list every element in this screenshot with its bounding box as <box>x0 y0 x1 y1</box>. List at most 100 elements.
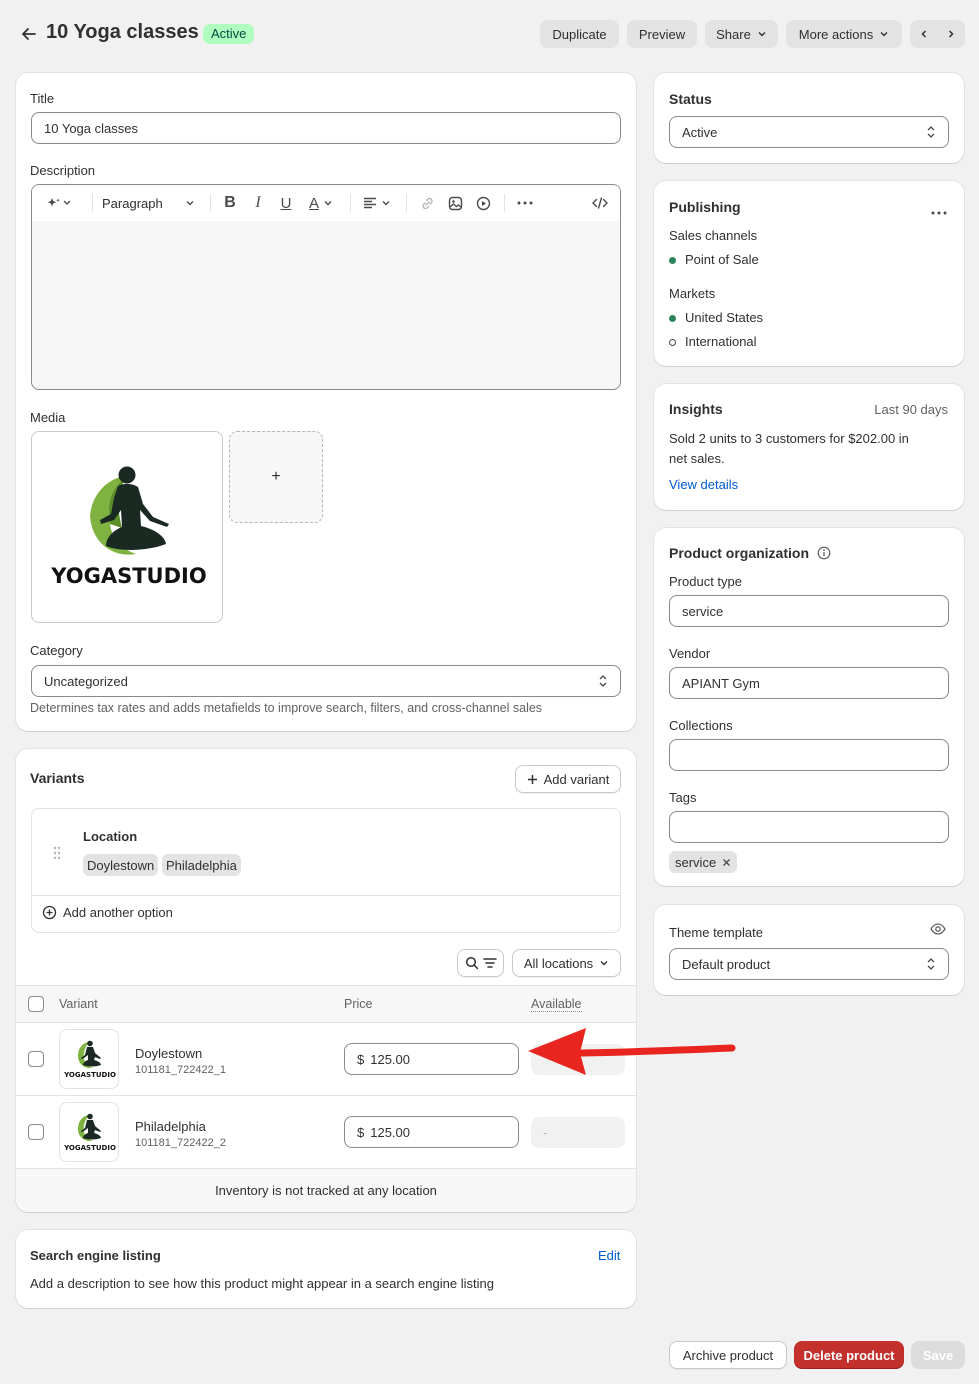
chevron-right-icon <box>948 30 954 38</box>
text-color-icon[interactable]: A <box>304 185 338 221</box>
circle-plus-icon <box>42 905 57 920</box>
price-input[interactable]: $ 125.00 <box>344 1043 519 1075</box>
select-all-checkbox[interactable] <box>28 996 44 1012</box>
add-media-button[interactable]: + <box>229 431 323 523</box>
inventory-note: Inventory is not tracked at any location <box>215 1183 437 1198</box>
variant-thumbnail[interactable]: YOGASTUDIO <box>59 1102 119 1162</box>
media-image[interactable]: YOGASTUDIO <box>31 431 223 623</box>
variant-name: Doylestown <box>135 1046 203 1061</box>
archive-product-label: Archive product <box>682 1347 774 1363</box>
more-actions-button[interactable]: More actions <box>786 20 902 48</box>
product-organization-card: Product organization Product type servic… <box>654 528 964 886</box>
variant-sku: 101181_722422_2 <box>135 1137 226 1149</box>
theme-template-card: Theme template Default product <box>654 905 964 995</box>
row-checkbox[interactable] <box>28 1124 44 1140</box>
option-value-chip[interactable]: Philadelphia <box>162 854 241 876</box>
currency-symbol: $ <box>357 1124 365 1140</box>
search-filter-button[interactable] <box>457 949 504 977</box>
publishing-card: Publishing Sales channels Point of Sale … <box>654 181 964 366</box>
code-view-icon[interactable] <box>588 185 612 221</box>
toolbar-separator <box>504 194 505 212</box>
category-select[interactable]: Uncategorized <box>31 665 621 697</box>
product-type-value: service <box>682 603 724 619</box>
status-card: Status Active <box>654 73 964 163</box>
image-icon[interactable] <box>444 185 466 221</box>
sales-channel-name: Point of Sale <box>685 252 759 267</box>
variants-table-header: Variant Price Available <box>16 985 636 1023</box>
previous-product-button[interactable] <box>911 20 938 48</box>
title-input[interactable]: 10 Yoga classes <box>31 112 621 144</box>
duplicate-button[interactable]: Duplicate <box>540 20 619 48</box>
variant-thumbnail[interactable]: YOGASTUDIO <box>59 1029 119 1089</box>
all-locations-select[interactable]: All locations <box>512 949 621 977</box>
preview-button[interactable]: Preview <box>627 20 697 48</box>
back-arrow-icon[interactable] <box>19 24 39 44</box>
status-select[interactable]: Active <box>669 116 949 148</box>
italic-icon[interactable]: I <box>248 185 268 221</box>
save-button[interactable]: Save <box>911 1341 965 1369</box>
prev-next-group <box>910 20 965 48</box>
title-label: Title <box>30 91 55 106</box>
seo-edit-link[interactable]: Edit <box>598 1248 620 1263</box>
status-value: Active <box>682 124 718 140</box>
eye-icon[interactable] <box>930 922 946 936</box>
paragraph-dropdown[interactable]: Paragraph <box>102 185 202 221</box>
view-details-link[interactable]: View details <box>669 477 738 492</box>
toolbar-separator <box>92 194 93 212</box>
theme-template-select[interactable]: Default product <box>669 948 949 980</box>
table-row[interactable]: YOGASTUDIO Philadelphia 101181_722422_2 … <box>16 1096 636 1169</box>
theme-template-heading: Theme template <box>669 925 763 940</box>
next-product-button[interactable] <box>938 20 965 48</box>
collections-input[interactable] <box>669 739 949 771</box>
status-dot-icon <box>669 257 676 265</box>
plus-icon <box>527 774 537 784</box>
more-formatting-icon[interactable] <box>514 185 536 221</box>
archive-product-button[interactable]: Archive product <box>669 1341 787 1369</box>
collections-label: Collections <box>669 718 733 733</box>
chevron-left-icon <box>921 30 927 38</box>
drag-handle-icon[interactable] <box>52 845 62 861</box>
product-type-input[interactable]: service <box>669 595 949 627</box>
underline-icon[interactable]: U <box>276 185 296 221</box>
tags-label: Tags <box>669 790 697 805</box>
duplicate-label: Duplicate <box>552 26 607 42</box>
row-checkbox[interactable] <box>28 1051 44 1067</box>
close-icon[interactable] <box>722 858 731 867</box>
chevron-down-icon <box>758 32 766 37</box>
select-arrows-icon <box>927 126 935 138</box>
variants-card: Variants Add variant Location Doylestown… <box>16 749 636 1212</box>
add-another-option-button[interactable]: Add another option <box>42 905 173 920</box>
add-variant-button[interactable]: Add variant <box>515 765 621 793</box>
bold-icon[interactable]: B <box>220 185 240 221</box>
tags-input[interactable] <box>669 811 949 843</box>
more-actions-label: More actions <box>798 26 874 42</box>
title-value: 10 Yoga classes <box>44 120 138 136</box>
option-value-chip[interactable]: Doylestown <box>83 854 159 876</box>
select-arrows-icon <box>927 958 935 970</box>
more-options-icon[interactable] <box>931 203 947 218</box>
link-icon[interactable] <box>416 185 438 221</box>
divider <box>32 895 620 896</box>
price-input[interactable]: $ 125.00 <box>344 1116 519 1148</box>
description-editor[interactable]: Paragraph B I U A <box>31 184 621 390</box>
product-details-card: Title 10 Yoga classes Description Paragr… <box>16 73 636 731</box>
align-icon[interactable] <box>360 185 394 221</box>
seo-description: Add a description to see how this produc… <box>30 1276 494 1291</box>
share-button[interactable]: Share <box>705 20 778 48</box>
organization-heading: Product organization <box>669 545 831 561</box>
col-price-header: Price <box>344 997 373 1011</box>
video-icon[interactable] <box>472 185 494 221</box>
category-value: Uncategorized <box>44 673 128 689</box>
info-icon[interactable] <box>817 546 831 560</box>
status-dot-empty-icon <box>669 339 676 347</box>
vendor-input[interactable]: APIANT Gym <box>669 667 949 699</box>
seo-card: Search engine listing Edit Add a descrip… <box>16 1230 636 1308</box>
vendor-value: APIANT Gym <box>682 675 760 691</box>
magic-sparkle-icon[interactable] <box>42 185 76 221</box>
delete-product-button[interactable]: Delete product <box>794 1341 904 1369</box>
price-value: 125.00 <box>370 1124 410 1140</box>
tag-chip-label: service <box>675 854 717 870</box>
col-available-header: Available <box>531 997 582 1012</box>
add-another-option-label: Add another option <box>63 905 173 920</box>
tag-chip[interactable]: service <box>669 851 738 873</box>
